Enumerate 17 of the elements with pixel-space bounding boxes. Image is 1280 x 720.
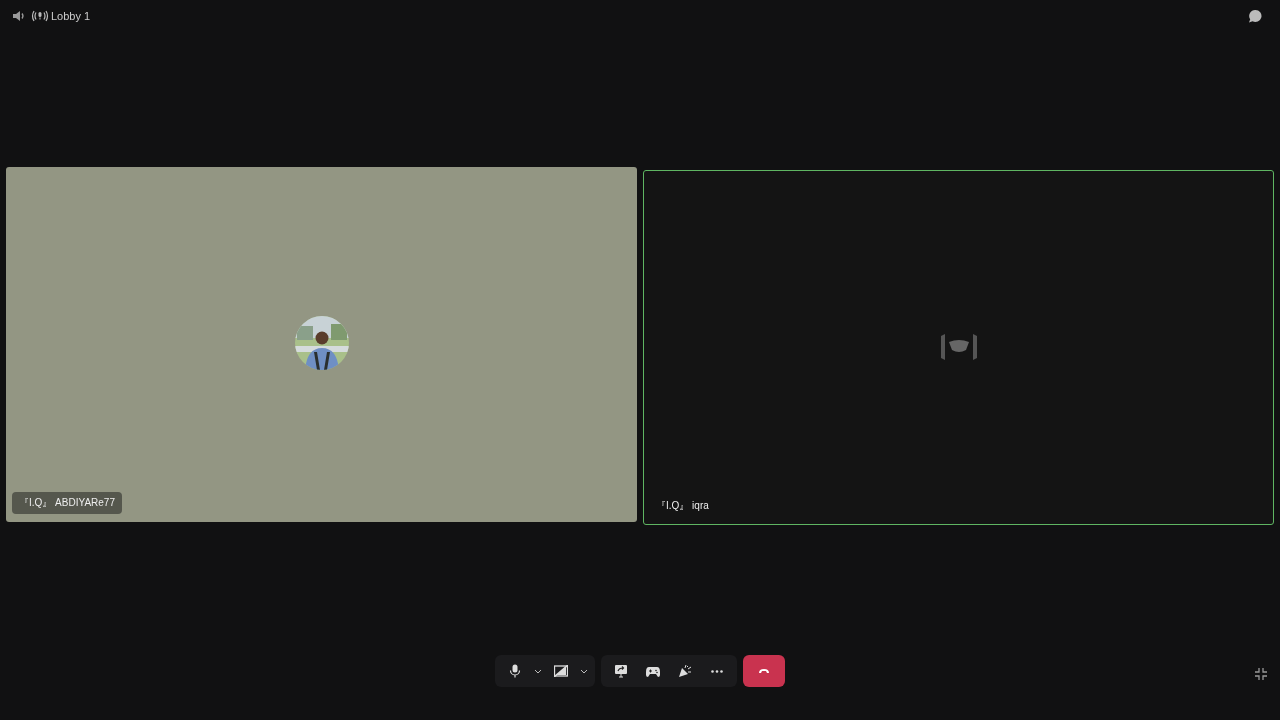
participant-name: 『I.Q』 ABDIYARe77 <box>12 491 122 514</box>
video-tile[interactable]: 『I.Q』 ABDIYARe77 <box>6 166 637 522</box>
channel-name: Lobby 1 <box>51 10 91 22</box>
microphone-icon <box>509 664 521 678</box>
voice-channel-icon <box>31 10 49 22</box>
hang-up-button[interactable] <box>743 655 785 687</box>
speaker-icon[interactable] <box>12 9 26 23</box>
more-icon <box>711 669 723 673</box>
party-popper-icon <box>678 664 692 678</box>
phone-icon <box>758 668 770 674</box>
participant-name: 『I.Q』 iqra <box>655 498 710 513</box>
gamepad-icon <box>646 665 660 677</box>
camera-icon <box>554 665 568 677</box>
video-tile[interactable]: 『I.Q』 iqra <box>643 169 1274 525</box>
chat-icon[interactable] <box>1248 8 1263 24</box>
monitor-icon <box>614 664 628 678</box>
collapse-icon[interactable] <box>1255 668 1267 680</box>
